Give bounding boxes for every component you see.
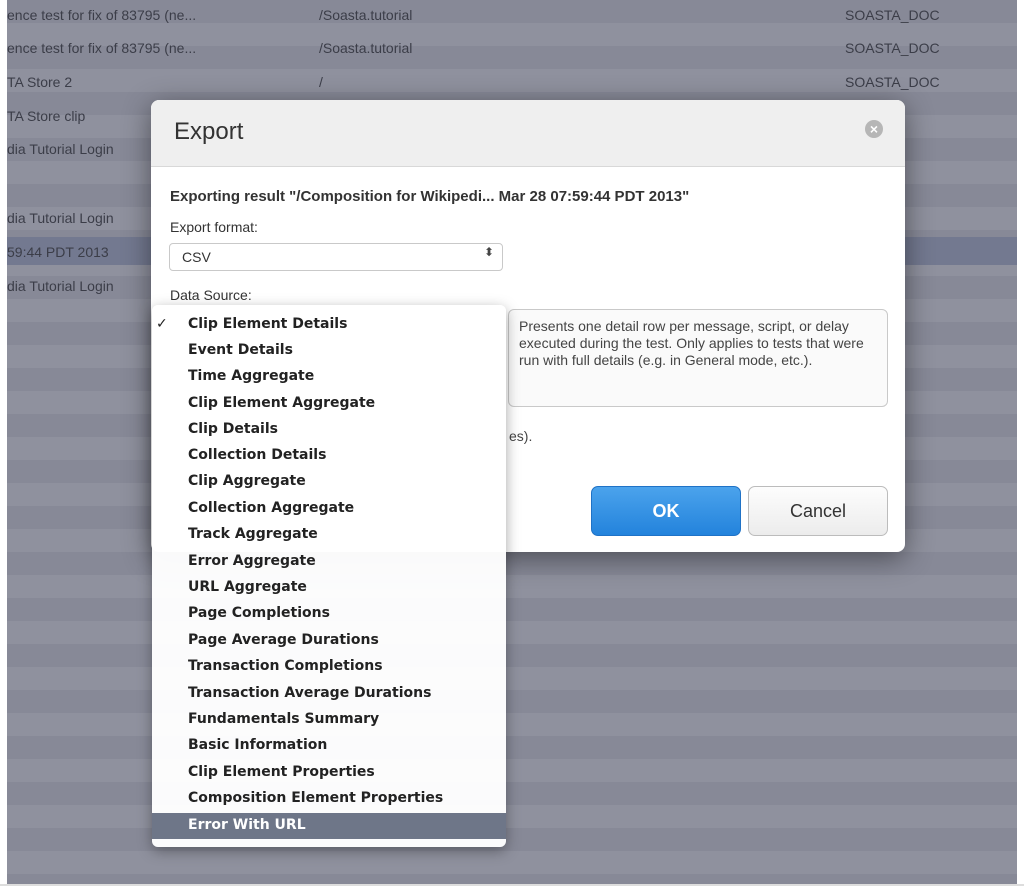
menu-item[interactable]: Clip Details [152, 417, 506, 443]
menu-item[interactable]: ✓ Clip Element Details [152, 312, 506, 338]
menu-item-label: Page Average Durations [188, 632, 379, 648]
dialog-header: Export × [151, 100, 905, 167]
menu-item[interactable]: Page Completions [152, 601, 506, 627]
menu-item-label: Transaction Average Durations [188, 685, 432, 701]
menu-item[interactable]: URL Aggregate [152, 575, 506, 601]
menu-item-label: Page Completions [188, 605, 330, 621]
data-source-dropdown-menu[interactable]: ✓ Clip Element Details Event Details Time A… [152, 305, 506, 847]
data-source-label: Data Source: [170, 287, 252, 303]
menu-item[interactable]: Error Aggregate [152, 549, 506, 575]
menu-item[interactable]: Transaction Completions [152, 654, 506, 680]
menu-item-label: Clip Aggregate [188, 473, 306, 489]
menu-item[interactable]: Collection Aggregate [152, 496, 506, 522]
menu-item-label: Track Aggregate [188, 526, 318, 542]
menu-item-label: Error Aggregate [188, 553, 316, 569]
menu-item-label: Transaction Completions [188, 658, 383, 674]
partially-hidden-note: es). [509, 428, 533, 444]
menu-item-label: Clip Element Aggregate [188, 395, 376, 411]
menu-item-label: URL Aggregate [188, 579, 307, 595]
menu-item-label: Time Aggregate [188, 368, 315, 384]
menu-item[interactable]: Clip Aggregate [152, 469, 506, 495]
menu-item-label: Basic Information [188, 737, 328, 753]
menu-item[interactable]: Error With URL [152, 813, 506, 839]
export-result-heading: Exporting result "/Composition for Wikip… [170, 188, 690, 205]
menu-item[interactable]: Time Aggregate [152, 364, 506, 390]
menu-item[interactable]: Fundamentals Summary [152, 707, 506, 733]
cancel-button[interactable]: Cancel [748, 486, 888, 536]
menu-item[interactable]: Page Average Durations [152, 628, 506, 654]
menu-item-label: Clip Element Details [188, 316, 348, 332]
select-arrows-icon: ⬍ [483, 245, 494, 259]
menu-item-label: Error With URL [188, 817, 306, 833]
menu-item-label: Collection Aggregate [188, 500, 355, 516]
frame-right-border [1017, 0, 1024, 886]
menu-item-label: Event Details [188, 342, 293, 358]
menu-item[interactable]: Transaction Average Durations [152, 681, 506, 707]
menu-item[interactable]: Collection Details [152, 443, 506, 469]
menu-item[interactable]: Clip Element Aggregate [152, 391, 506, 417]
menu-item-label: Fundamentals Summary [188, 711, 380, 727]
close-icon[interactable]: × [865, 120, 883, 138]
ok-button[interactable]: OK [591, 486, 741, 536]
checkmark-icon: ✓ [156, 316, 168, 332]
menu-item-label: Composition Element Properties [188, 790, 444, 806]
export-format-value: CSV [182, 249, 211, 265]
dialog-title: Export [174, 118, 244, 145]
menu-item-label: Collection Details [188, 447, 327, 463]
data-source-description: Presents one detail row per message, scr… [508, 309, 888, 407]
menu-item[interactable]: Track Aggregate [152, 522, 506, 548]
menu-item[interactable]: Composition Element Properties [152, 786, 506, 812]
menu-item-label: Clip Element Properties [188, 764, 375, 780]
menu-item[interactable]: Basic Information [152, 733, 506, 759]
export-format-label: Export format: [170, 219, 258, 235]
export-format-select[interactable]: CSV ⬍ [169, 243, 503, 271]
menu-item-label: Clip Details [188, 421, 278, 437]
frame-left-border [0, 0, 7, 886]
menu-item[interactable]: Clip Element Properties [152, 760, 506, 786]
menu-item[interactable]: Event Details [152, 338, 506, 364]
